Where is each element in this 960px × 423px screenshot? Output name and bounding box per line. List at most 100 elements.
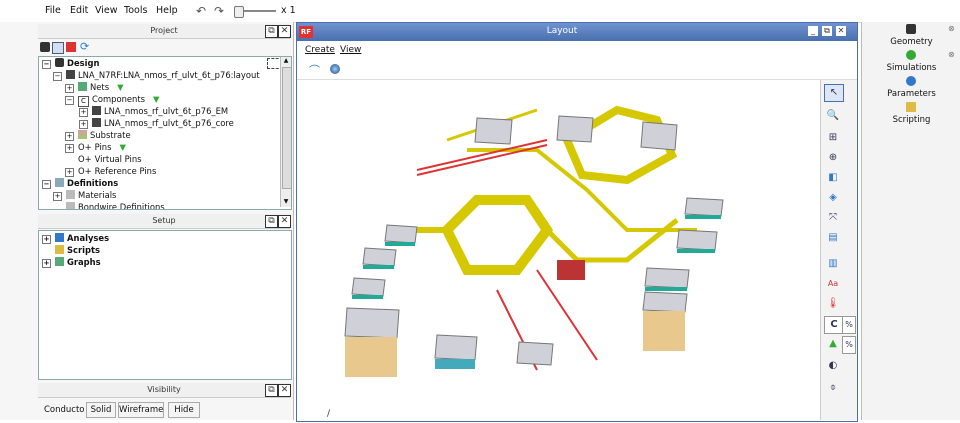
stack-layer — [385, 242, 415, 246]
camera-icon[interactable]: ◐ — [824, 358, 842, 374]
tree-pins-label: Pins — [94, 142, 112, 152]
graphs-icon — [55, 257, 64, 266]
tree-comp-em[interactable]: + LNA_nmos_rf_ulvt_6t_p76_EM — [79, 105, 228, 117]
globe-icon[interactable] — [330, 64, 340, 74]
layout-3d-view[interactable]: / — [297, 80, 819, 420]
tree-layout[interactable]: − LNA_N7RF:LNA_nmos_rf_ulvt_6t_p76:layout — [53, 69, 260, 81]
hierarchy-icon[interactable] — [66, 42, 76, 52]
project-tree: − Design − LNA_N7RF:LNA_nmos_rf_ulvt_6t_p7… — [38, 56, 292, 210]
setup-scripts[interactable]: Scripts — [42, 244, 100, 256]
right-tab-bar: Geometry ⊗ Simulations ⊗ Parameters Scri… — [861, 22, 960, 420]
refresh-icon[interactable]: ⟳ — [80, 40, 89, 53]
tab-scripting[interactable]: Scripting — [864, 102, 959, 126]
tree-design[interactable]: − Design — [42, 57, 99, 69]
view-3d-icon[interactable]: ◈ — [824, 190, 842, 206]
design-node-icon — [55, 58, 64, 67]
menu-bar: File Edit View Tools Help ↶ ↷ x 1 — [0, 0, 960, 23]
mouse-icon[interactable]: ⌽ — [824, 380, 842, 396]
tree-virtual-pins[interactable]: O+ Virtual Pins — [65, 153, 142, 165]
setup-analyses[interactable]: + Analyses — [42, 232, 109, 244]
fit-view-icon[interactable]: ⊞ — [824, 130, 842, 146]
stack-layer — [352, 295, 383, 299]
float-icon[interactable]: ⧉ — [265, 384, 278, 397]
project-panel-title: Project — [150, 26, 178, 35]
filter-icon[interactable]: ▼ — [117, 82, 123, 92]
setup-graphs[interactable]: + Graphs — [42, 256, 101, 268]
tree-pins[interactable]: + O+ Pins ▼ — [65, 141, 126, 153]
tree-materials[interactable]: + Materials — [53, 189, 116, 201]
restore-icon[interactable]: ⧉ — [822, 26, 832, 36]
percent-button[interactable]: % — [842, 316, 856, 334]
float-icon[interactable]: ⧉ — [265, 25, 278, 38]
setup-analyses-label: Analyses — [67, 233, 110, 243]
wireframe-button[interactable]: Wireframe — [118, 402, 164, 418]
zoom-area-icon[interactable]: ⊕ — [824, 150, 842, 166]
design-icon[interactable] — [40, 42, 50, 52]
slider-thumb[interactable] — [234, 6, 244, 18]
scroll-up-icon[interactable]: ▲ — [281, 57, 291, 66]
menu-layout-view[interactable]: View — [340, 45, 361, 55]
view-front-icon[interactable]: ◧ — [824, 170, 842, 186]
stack-layer — [363, 265, 394, 269]
menu-create[interactable]: Create — [305, 45, 335, 55]
undo-icon[interactable]: ↶ — [194, 4, 208, 18]
tree-materials-label: Materials — [78, 190, 117, 200]
tab-parameters[interactable]: Parameters — [864, 76, 959, 100]
definitions-icon — [55, 178, 64, 187]
tab-geometry[interactable]: Geometry ⊗ — [864, 24, 959, 48]
ruler-icon[interactable]: ⌒ — [309, 62, 320, 78]
close-icon[interactable]: ✕ — [278, 25, 291, 38]
float-icon[interactable]: ⧉ — [265, 215, 278, 228]
tree-nets[interactable]: + Nets ▼ — [65, 81, 124, 93]
menu-view[interactable]: View — [95, 5, 118, 16]
layout-toolbar: ⌒ — [297, 59, 857, 80]
axis-indicator: / — [327, 409, 331, 419]
tab-simulations[interactable]: Simulations ⊗ — [864, 50, 959, 74]
menu-file[interactable]: File — [45, 5, 61, 16]
zoom-slider[interactable] — [234, 6, 276, 18]
filter-icon[interactable]: ▼ — [119, 142, 125, 152]
tree-substrate[interactable]: + Substrate — [65, 129, 131, 141]
axes-icon[interactable]: ⤧ — [824, 210, 842, 226]
tree-reference-pins[interactable]: + O+ Reference Pins — [65, 165, 156, 177]
close-icon[interactable]: ✕ — [836, 26, 846, 36]
pad — [351, 277, 386, 297]
menu-help[interactable]: Help — [156, 5, 178, 16]
redo-icon[interactable]: ↷ — [212, 4, 226, 18]
component-icon — [92, 106, 101, 115]
layers-icon[interactable]: ▤ — [824, 230, 842, 246]
tree-comp-core[interactable]: + LNA_nmos_rf_ulvt_6t_p76_core — [79, 117, 234, 129]
percent-button[interactable]: % — [842, 336, 856, 354]
tree-scrollbar[interactable]: ▲ ▼ — [280, 57, 291, 207]
scroll-thumb[interactable] — [282, 67, 291, 189]
page-icon[interactable] — [52, 42, 64, 54]
virtual-pin-icon: O+ — [78, 154, 92, 164]
analyses-icon — [55, 233, 64, 242]
text-label-icon[interactable]: Aa — [824, 276, 842, 292]
histogram-icon[interactable]: ▥ — [824, 256, 842, 272]
menu-tools[interactable]: Tools — [124, 5, 147, 16]
tree-components[interactable]: − C Components ▼ — [65, 93, 159, 107]
zoom-icon[interactable]: 🔍 — [824, 108, 842, 124]
tree-definitions[interactable]: − Definitions — [42, 177, 118, 189]
menu-edit[interactable]: Edit — [70, 5, 88, 16]
select-pointer-icon[interactable]: ↖ — [824, 84, 844, 102]
layout-menubar: Create View — [297, 42, 857, 58]
hide-button[interactable]: Hide — [168, 402, 200, 418]
tree-bondwire[interactable]: Bondwire Definitions — [53, 201, 165, 209]
layout-canvas[interactable]: / — [297, 80, 819, 420]
solid-button[interactable]: Solid — [86, 402, 116, 418]
stack-layer — [435, 359, 475, 369]
minimize-icon[interactable]: _ — [808, 26, 818, 36]
c-tool-icon[interactable]: C — [824, 316, 844, 334]
field-plot-icon[interactable]: ▲ — [824, 336, 842, 352]
filter-icon[interactable]: ▼ — [153, 94, 159, 104]
close-icon[interactable]: ✕ — [278, 384, 291, 397]
close-icon[interactable]: ⊗ — [948, 50, 955, 59]
trace-c — [545, 218, 679, 263]
scroll-down-icon[interactable]: ▼ — [281, 198, 291, 207]
geometry-icon — [906, 24, 916, 34]
close-icon[interactable]: ✕ — [278, 215, 291, 228]
thermometer-icon[interactable]: 🌡 — [824, 296, 842, 312]
close-icon[interactable]: ⊗ — [948, 24, 955, 33]
